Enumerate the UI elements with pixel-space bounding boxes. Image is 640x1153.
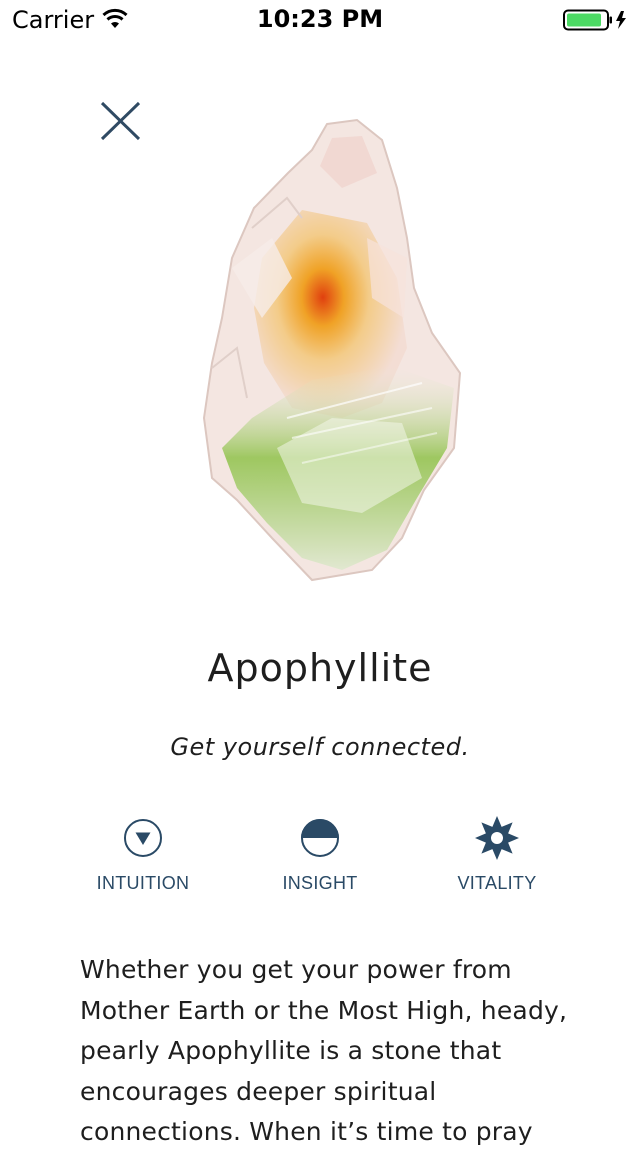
down-triangle-circle-icon: [124, 819, 162, 857]
half-circle-icon: [301, 819, 339, 857]
status-time: 10:23 PM: [256, 5, 384, 33]
stone-title: Apophyllite: [207, 646, 433, 690]
status-bar: Carrier 10:23 PM: [0, 0, 640, 40]
attribute-label: VITALITY: [457, 873, 537, 893]
close-icon: [100, 101, 141, 141]
apophyllite-image: [202, 118, 462, 582]
close-button[interactable]: [96, 98, 146, 144]
attribute-vitality: VITALITY: [412, 815, 582, 894]
stone-description: Whether you get your power from Mother E…: [80, 955, 568, 1146]
battery-icon: [563, 9, 626, 31]
attribute-label: INTUITION: [96, 873, 190, 893]
attribute-intuition: INTUITION: [58, 815, 228, 894]
stone-tagline: Get yourself connected.: [170, 733, 470, 761]
sun-gear-icon: [475, 816, 519, 860]
attribute-label: INSIGHT: [282, 873, 358, 893]
attribute-insight: INSIGHT: [235, 815, 405, 894]
